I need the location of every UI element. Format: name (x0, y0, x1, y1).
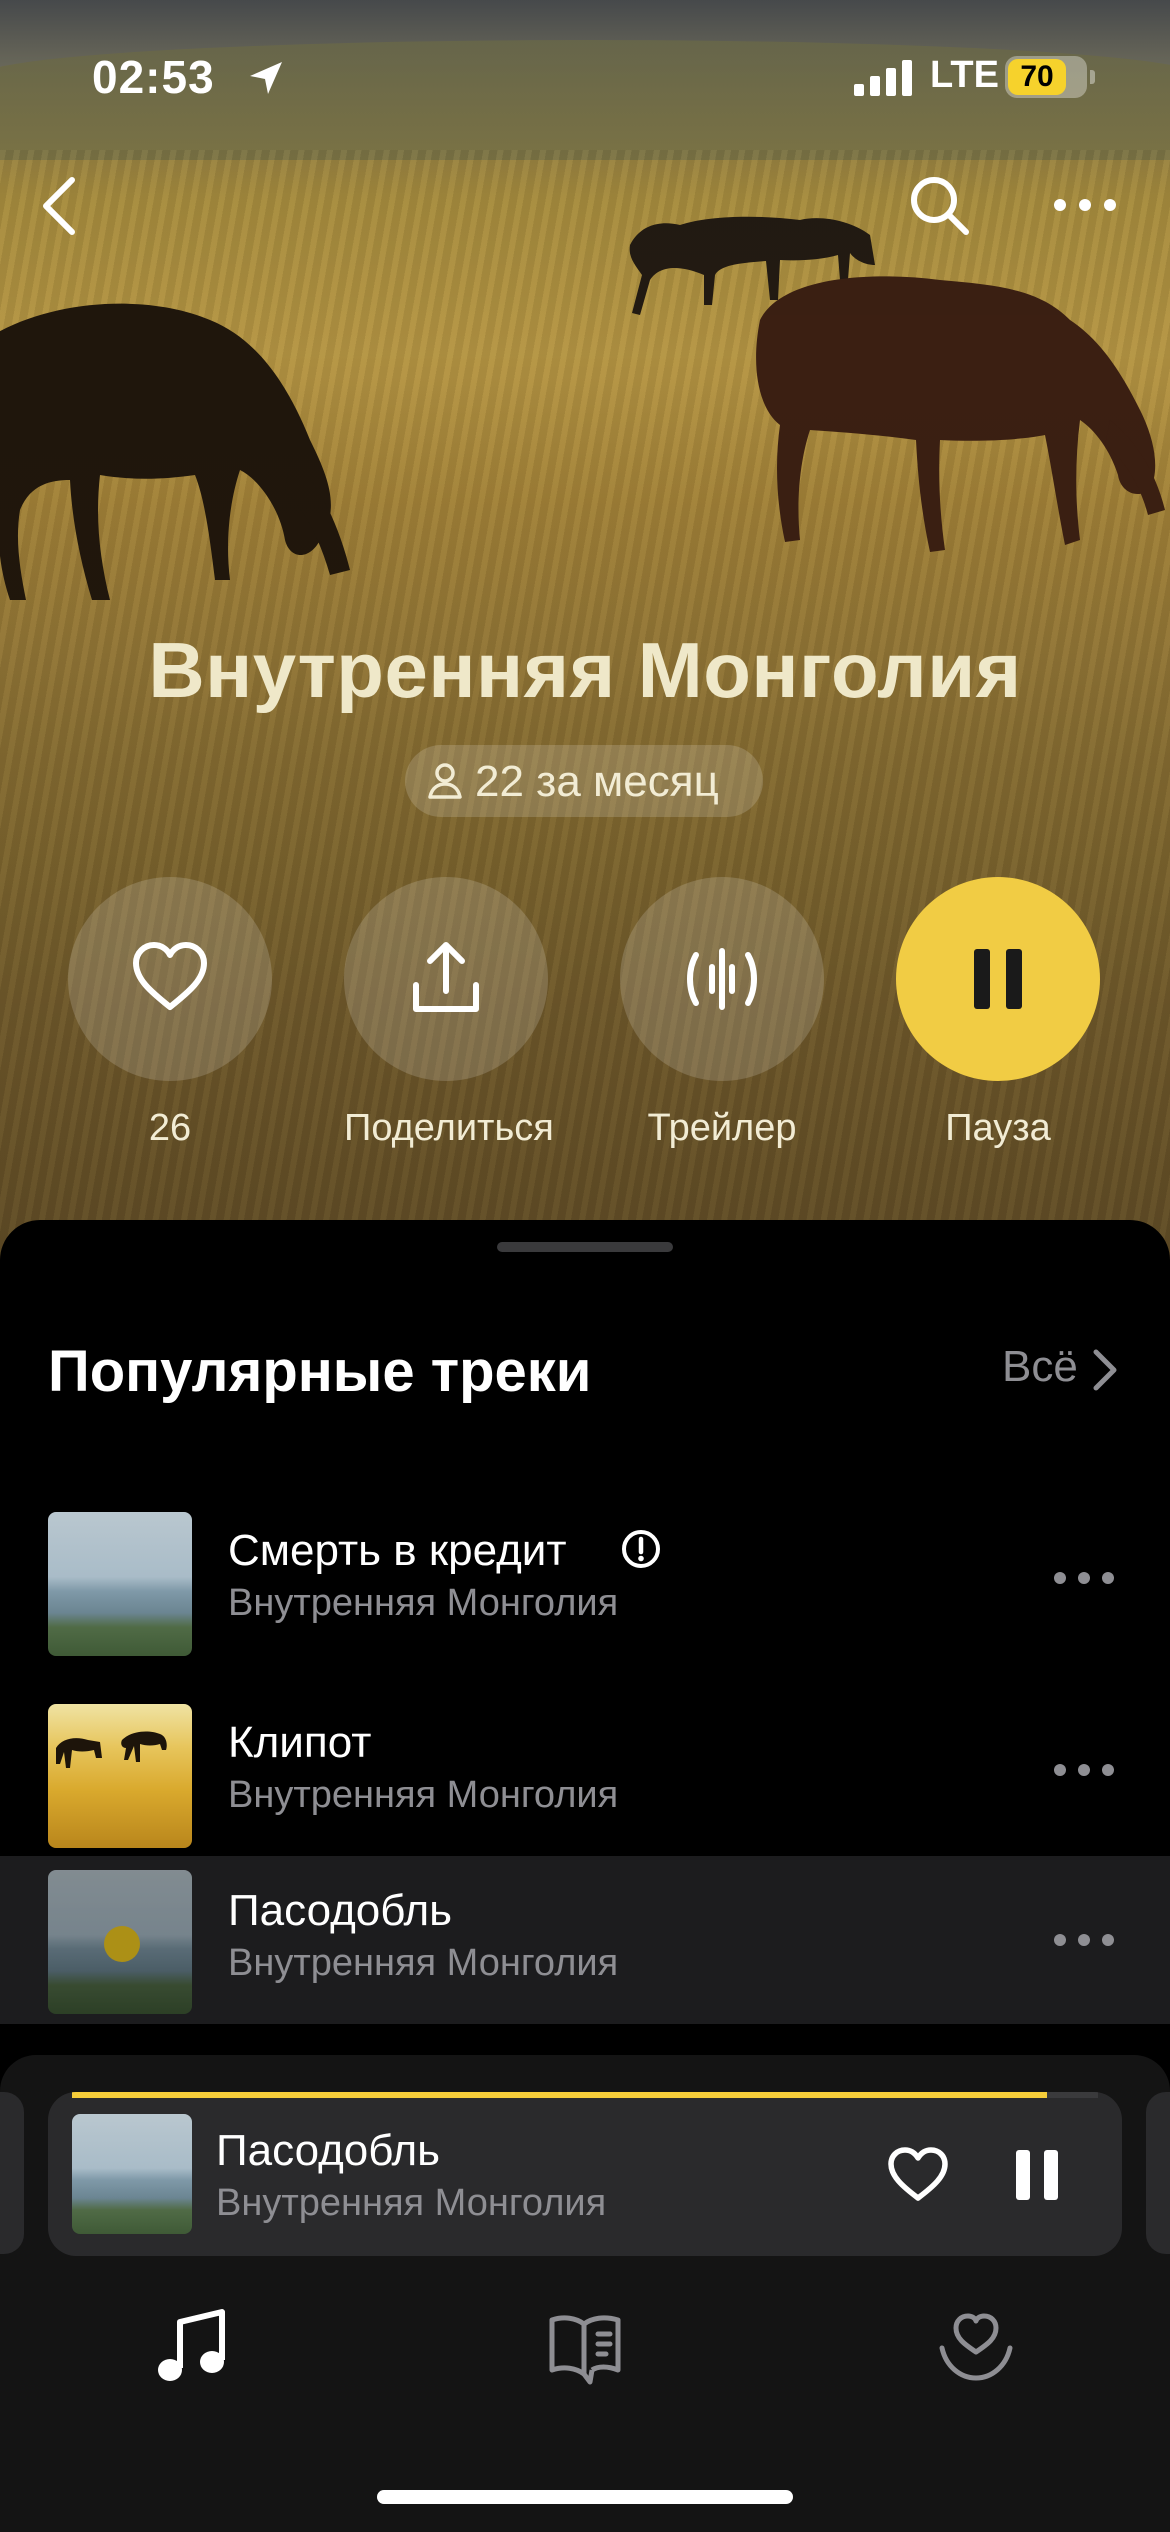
track-more-icon[interactable] (1052, 1762, 1116, 1778)
track-cover (48, 1512, 192, 1656)
network-label: LTE (930, 54, 999, 96)
mini-player-prev-peek[interactable] (0, 2092, 24, 2254)
see-all-link[interactable]: Всё (1002, 1342, 1078, 1392)
mini-player-next-peek[interactable] (1146, 2092, 1170, 2254)
listeners-badge: 22 за месяц (405, 745, 763, 817)
explicit-icon (622, 1530, 660, 1568)
heart-icon[interactable] (886, 2146, 950, 2204)
battery-icon: 70 (1005, 56, 1095, 98)
share-icon (413, 942, 479, 1012)
person-icon (428, 763, 462, 799)
music-note-icon[interactable] (152, 2308, 232, 2388)
popular-tracks-title: Популярные треки (48, 1339, 592, 1404)
trailer-button[interactable]: Трейлер (620, 877, 824, 1150)
artist-name: Внутренняя Монголия (148, 626, 1022, 714)
sheet-grabber[interactable] (497, 1242, 673, 1252)
mini-player-artist: Внутренняя Монголия (216, 2182, 607, 2224)
track-more-icon[interactable] (1052, 1570, 1116, 1586)
pause-icon[interactable] (1012, 2148, 1062, 2202)
signal-icon (854, 60, 912, 96)
heart-hand-icon[interactable] (936, 2308, 1016, 2388)
track-cover (48, 1870, 192, 2014)
share-label: Поделиться (344, 1107, 554, 1149)
horse-thumb (56, 1731, 167, 1768)
more-dots-icon[interactable] (1050, 190, 1120, 220)
location-arrow-icon (250, 62, 282, 94)
mini-player-cover (72, 2114, 192, 2234)
track-cover (48, 1704, 192, 1848)
track-row[interactable]: Клипот Внутренняя Монголия (0, 1674, 1170, 1866)
search-icon[interactable] (906, 172, 972, 238)
status-time: 02:53 (92, 51, 215, 103)
track-artist: Внутренняя Монголия (228, 1582, 619, 1624)
track-title: Смерть в кредит (228, 1526, 567, 1575)
now-playing-indicator (104, 1926, 140, 1962)
home-indicator[interactable] (377, 2490, 793, 2504)
track-more-icon[interactable] (1052, 1932, 1116, 1948)
waveform-icon (687, 948, 757, 1010)
playback-progress-fill (72, 2092, 1047, 2098)
chevron-right-icon[interactable] (1090, 1348, 1120, 1392)
pause-icon (974, 949, 1022, 1009)
track-artist: Внутренняя Монголия (228, 1942, 619, 1984)
book-icon[interactable] (546, 2308, 626, 2388)
trailer-label: Трейлер (647, 1107, 797, 1149)
pause-label: Пауза (945, 1107, 1051, 1149)
like-count: 26 (148, 1107, 192, 1149)
pause-button[interactable]: Пауза (896, 877, 1100, 1150)
track-row[interactable]: Смерть в кредит Внутренняя Монголия (0, 1482, 1170, 1674)
mini-player[interactable]: Пасодобль Внутренняя Монголия (48, 2092, 1122, 2256)
battery-level: 70 (1020, 60, 1054, 93)
status-bar: 02:53 LTE 70 (0, 0, 1170, 150)
track-title: Клипот (228, 1718, 372, 1767)
track-title: Пасодобль (228, 1886, 453, 1935)
back-chevron-icon[interactable] (30, 170, 90, 240)
listeners-count: 22 за месяц (475, 757, 719, 806)
track-artist: Внутренняя Монголия (228, 1774, 619, 1816)
share-button[interactable]: Поделиться (344, 877, 554, 1150)
playback-progress[interactable] (72, 2092, 1098, 2098)
mini-player-title: Пасодобль (216, 2126, 441, 2175)
heart-icon (133, 942, 207, 1010)
like-button[interactable]: 26 (68, 877, 272, 1150)
track-row-active[interactable]: Пасодобль Внутренняя Монголия (0, 1856, 1170, 2024)
